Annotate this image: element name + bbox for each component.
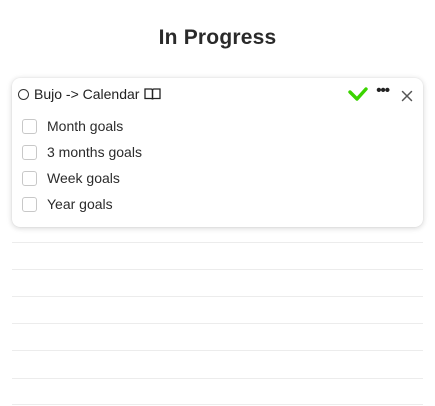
empty-slot-divider [12, 404, 423, 405]
empty-slot-divider [12, 269, 423, 270]
check-icon[interactable] [348, 86, 368, 102]
empty-slot-divider [12, 296, 423, 297]
task-list: Month goals 3 months goals Week goals Ye… [22, 113, 413, 217]
empty-slot-divider [12, 378, 423, 379]
task-label: Month goals [47, 118, 124, 134]
list-item[interactable]: Week goals [22, 165, 413, 191]
task-checkbox[interactable] [22, 118, 37, 134]
more-icon[interactable]: ••• [376, 83, 390, 102]
task-card[interactable]: Bujo -> Calendar ••• Month goals 3 month… [12, 78, 423, 227]
task-label: Year goals [47, 196, 113, 212]
kanban-column: In Progress Bujo -> Calendar ••• Month g… [0, 0, 435, 406]
close-icon[interactable] [401, 90, 413, 102]
task-label: 3 months goals [47, 144, 142, 160]
task-checkbox[interactable] [22, 170, 37, 186]
list-item[interactable]: Year goals [22, 191, 413, 217]
empty-slot-divider [12, 350, 423, 351]
task-checkbox[interactable] [22, 196, 37, 212]
column-title: In Progress [158, 26, 277, 49]
task-label: Week goals [47, 170, 120, 186]
list-item[interactable]: 3 months goals [22, 139, 413, 165]
empty-slot-divider [12, 323, 423, 324]
card-header: Bujo -> Calendar ••• [18, 82, 413, 106]
card-actions: ••• [348, 83, 413, 102]
task-checkbox[interactable] [22, 144, 37, 160]
list-item[interactable]: Month goals [22, 113, 413, 139]
circle-icon[interactable] [18, 88, 29, 100]
book-icon [144, 88, 162, 100]
card-title[interactable]: Bujo -> Calendar [34, 86, 139, 102]
empty-slot-divider [12, 242, 423, 243]
